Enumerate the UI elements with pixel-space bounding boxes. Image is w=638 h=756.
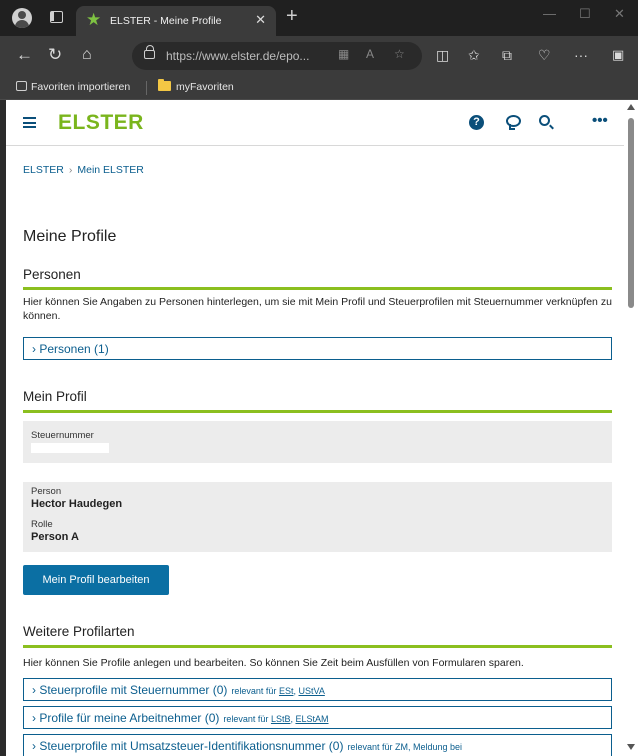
bookmark-import-favorites[interactable]: Favoriten importieren (16, 81, 130, 93)
bookmarks-bar: Favoriten importieren myFavoriten (0, 76, 638, 100)
url-path: /epo... (276, 49, 310, 63)
accordion-label: › Steuerprofile mit Umsatzsteuer-Identif… (32, 739, 462, 753)
collections-icon[interactable]: ⧉ (502, 45, 512, 65)
favorite-star-icon[interactable]: ☆ (394, 47, 405, 61)
relevance-prefix: relevant für (231, 686, 277, 696)
personen-description: Hier können Sie Angaben zu Personen hint… (23, 296, 612, 322)
url-text: https://www.elster.de/epo... (166, 49, 309, 63)
browser-tab-active[interactable]: ★ ELSTER - Meine Profile ✕ (76, 6, 276, 36)
relevance-note: relevant für ESt, UStVA (231, 686, 324, 696)
relevance-link-est[interactable]: ESt (279, 686, 294, 696)
accordion-title: › Steuerprofile mit Steuernummer (0) (32, 683, 228, 697)
tab-actions-icon[interactable] (50, 11, 63, 23)
breadcrumb-mein-elster[interactable]: Mein ELSTER (77, 164, 144, 176)
relevance-note: relevant für LStB, ELStAM (223, 714, 328, 724)
bookmark-label: Favoriten importieren (31, 81, 131, 93)
refresh-icon[interactable]: ↻ (48, 45, 62, 65)
section-divider (23, 410, 612, 413)
bookmark-label: myFavoriten (176, 81, 234, 93)
back-icon[interactable]: ← (16, 45, 33, 65)
section-divider (23, 287, 612, 290)
edit-profile-button[interactable]: Mein Profil bearbeiten (23, 565, 169, 595)
browser-essentials-icon[interactable]: ♡ (538, 45, 551, 65)
read-aloud-icon[interactable]: A (366, 47, 374, 61)
breadcrumb-chevron-icon: › (68, 164, 73, 176)
accordion-steuerprofile-steuernummer[interactable]: › Steuerprofile mit Steuernummer (0) rele… (23, 678, 612, 701)
page-title: Meine Profile (23, 228, 117, 245)
accordion-steuerprofile-ustid[interactable]: › Steuerprofile mit Umsatzsteuer-Identif… (23, 734, 612, 756)
tab-close-icon[interactable]: ✕ (255, 12, 266, 28)
settings-more-icon[interactable]: ··· (574, 45, 588, 65)
bookmark-myfavoriten[interactable]: myFavoriten (158, 79, 234, 93)
import-icon (16, 81, 27, 91)
profile-avatar-icon[interactable] (12, 8, 32, 28)
accordion-profile-arbeitnehmer[interactable]: › Profile für meine Arbeitnehmer (0) rele… (23, 706, 612, 729)
page-scrollbar[interactable] (624, 100, 638, 756)
scroll-down-icon[interactable] (627, 744, 635, 750)
scroll-thumb[interactable] (628, 118, 634, 308)
steuernummer-label: Steuernummer (31, 430, 94, 441)
section-heading-mein-profil: Mein Profil (23, 389, 87, 404)
relevance-prefix: relevant für (223, 714, 269, 724)
rolle-value: Person A (31, 531, 79, 543)
browser-toolbar: ← ↻ ⌂ https://www.elster.de/epo... ▦ A ☆… (0, 36, 638, 76)
person-box: Person Hector Haudegen Rolle Person A (23, 482, 612, 552)
search-icon[interactable] (539, 115, 550, 126)
star-favicon-icon: ★ (86, 10, 102, 29)
browser-tab-bar: ★ ELSTER - Meine Profile ✕ + — ☐ ✕ (0, 0, 638, 36)
section-heading-weitere-profilarten: Weitere Profilarten (23, 624, 135, 639)
sidebar-icon[interactable]: ▣ (612, 45, 624, 65)
menu-icon[interactable] (23, 117, 36, 128)
section-divider (23, 645, 612, 648)
breadcrumb-elster[interactable]: ELSTER (23, 164, 64, 176)
maximize-icon[interactable]: ☐ (579, 6, 591, 22)
app-available-icon[interactable]: ▦ (338, 47, 349, 61)
bookmark-divider (146, 81, 147, 95)
address-bar[interactable]: https://www.elster.de/epo... ▦ A ☆ (132, 42, 422, 70)
help-icon[interactable]: ? (469, 115, 484, 130)
split-screen-icon[interactable]: ◫ (436, 45, 449, 65)
page-viewport: ELSTER ? ••• ELSTER › Mein ELSTER Meine Pr… (6, 100, 624, 756)
chat-icon[interactable] (506, 115, 521, 130)
section-heading-personen: Personen (23, 267, 81, 282)
url-host: https://www.elster.de (166, 49, 277, 63)
steuernummer-redacted (31, 443, 109, 453)
steuernummer-box: Steuernummer (23, 421, 612, 463)
minimize-icon[interactable]: — (543, 6, 556, 21)
relevance-link-ustva[interactable]: UStVA (298, 686, 324, 696)
accordion-label: › Steuerprofile mit Steuernummer (0) rele… (32, 683, 325, 697)
elster-logo[interactable]: ELSTER (58, 111, 144, 135)
more-icon[interactable]: ••• (592, 112, 608, 129)
accordion-title: › Steuerprofile mit Umsatzsteuer-Identif… (32, 739, 344, 753)
breadcrumb: ELSTER › Mein ELSTER (23, 164, 144, 176)
rolle-label: Rolle (31, 519, 53, 530)
accordion-personen[interactable]: › Personen (1) (23, 337, 612, 360)
new-tab-button[interactable]: + (286, 5, 298, 28)
tab-title: ELSTER - Meine Profile (110, 15, 222, 27)
relevance-link-elstam[interactable]: ELStAM (295, 714, 328, 724)
accordion-title: › Profile für meine Arbeitnehmer (0) (32, 711, 220, 725)
lock-icon[interactable] (144, 45, 155, 59)
relevance-prefix: relevant für ZM, Meldung bei (347, 742, 462, 752)
accordion-label: › Personen (1) (32, 342, 109, 356)
relevance-note: relevant für ZM, Meldung bei (347, 742, 462, 752)
favorites-icon[interactable]: ✩ (468, 45, 480, 65)
site-header: ELSTER ? ••• (6, 100, 624, 146)
person-value: Hector Haudegen (31, 498, 123, 510)
weitere-description: Hier können Sie Profile anlegen und bear… (23, 657, 524, 669)
person-label: Person (31, 486, 62, 497)
accordion-label: › Profile für meine Arbeitnehmer (0) rele… (32, 711, 329, 725)
close-window-icon[interactable]: ✕ (614, 6, 625, 22)
scroll-up-icon[interactable] (627, 104, 635, 110)
home-icon[interactable]: ⌂ (82, 45, 92, 65)
relevance-link-lstb[interactable]: LStB (271, 714, 291, 724)
folder-icon (158, 79, 171, 91)
